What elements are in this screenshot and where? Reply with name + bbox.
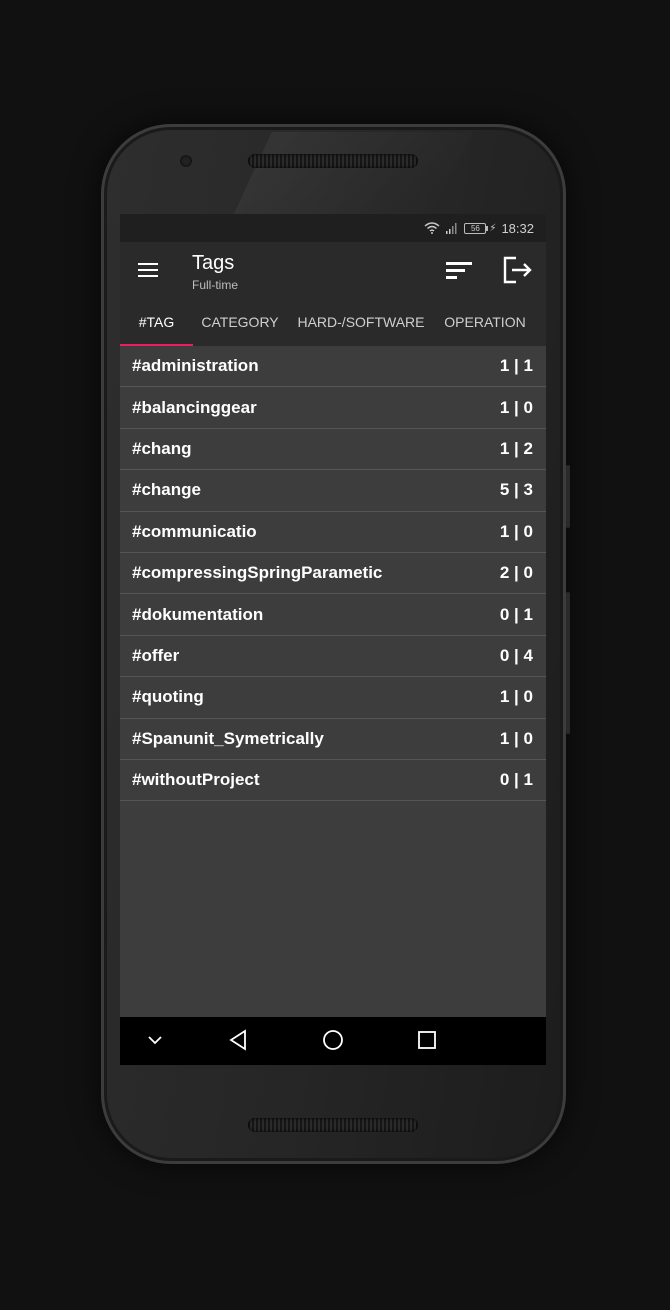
tab-hardware-software[interactable]: HARD-/SOFTWARE (292, 298, 430, 346)
tag-name: #communicatio (132, 521, 257, 541)
tag-count: 1 | 0 (499, 687, 533, 707)
chevron-down-icon[interactable] (147, 1033, 163, 1051)
status-bar: 56 ⚡ 18:32 (120, 214, 546, 242)
volume-button (566, 465, 570, 528)
list-item[interactable]: #balancinggear 1 | 0 (120, 387, 546, 429)
list-item[interactable]: #chang 1 | 2 (120, 429, 546, 471)
tag-name: #Spanunit_Symetrically (132, 728, 324, 748)
tag-name: #withoutProject (132, 770, 260, 790)
list-item[interactable]: #change 5 | 3 (120, 470, 546, 512)
bottom-speaker (248, 1118, 418, 1132)
tab-bar: #TAG CATEGORY HARD-/SOFTWARE OPERATION (120, 298, 546, 346)
tag-name: #compressingSpringParametic (132, 563, 383, 583)
signal-icon (445, 222, 459, 234)
list-item[interactable]: #communicatio 1 | 0 (120, 512, 546, 553)
tag-count: 1 | 1 (499, 356, 533, 376)
wifi-icon (424, 222, 440, 234)
tag-count: 1 | 0 (499, 521, 533, 541)
charging-icon: ⚡ (489, 222, 497, 234)
tab-operation[interactable]: OPERATION (438, 298, 532, 346)
power-button (566, 592, 570, 734)
recents-icon[interactable] (417, 1030, 437, 1055)
tag-name: #administration (132, 356, 259, 376)
screen: 56 ⚡ 18:32 Tags Full-time #TAG CATEGORY … (120, 214, 546, 1065)
earpiece-speaker (248, 154, 418, 168)
logout-icon[interactable] (503, 256, 533, 289)
list-item[interactable]: #Spanunit_Symetrically 1 | 0 (120, 719, 546, 760)
tag-count: 5 | 3 (499, 480, 533, 500)
status-time: 18:32 (501, 220, 534, 236)
active-tab-indicator (120, 344, 193, 346)
tag-name: #change (132, 480, 201, 500)
tag-count: 0 | 4 (499, 645, 533, 665)
tab-category[interactable]: CATEGORY (193, 298, 287, 346)
tag-name: #offer (132, 645, 180, 665)
tag-list: #administration 1 | 1 #balancinggear 1 |… (120, 346, 546, 802)
list-item[interactable]: #quoting 1 | 0 (120, 677, 546, 719)
menu-icon[interactable] (138, 263, 158, 277)
tag-name: #balancinggear (132, 397, 257, 417)
app-bar: Tags Full-time (120, 242, 546, 298)
tab-tag[interactable]: #TAG (120, 298, 193, 346)
battery-icon: 56 (464, 222, 489, 234)
back-icon[interactable] (228, 1029, 248, 1056)
sort-icon[interactable] (446, 260, 474, 280)
list-item[interactable]: #compressingSpringParametic 2 | 0 (120, 553, 546, 595)
page-title: Tags (192, 252, 235, 274)
tag-count: 0 | 1 (499, 770, 533, 790)
tag-name: #quoting (132, 687, 204, 707)
tag-count: 0 | 1 (499, 604, 533, 624)
tag-name: #chang (132, 438, 192, 458)
tag-name: #dokumentation (132, 604, 264, 624)
system-navigation-bar (120, 1017, 546, 1065)
list-item[interactable]: #dokumentation 0 | 1 (120, 594, 546, 636)
list-item[interactable]: #withoutProject 0 | 1 (120, 760, 546, 802)
page-subtitle: Full-time (192, 278, 239, 292)
list-item[interactable]: #administration 1 | 1 (120, 346, 546, 388)
tag-count: 1 | 0 (499, 728, 533, 748)
list-item[interactable]: #offer 0 | 4 (120, 636, 546, 678)
home-icon[interactable] (322, 1029, 344, 1056)
front-camera (180, 155, 192, 167)
tag-count: 1 | 2 (499, 438, 533, 458)
tag-count: 1 | 0 (499, 397, 533, 417)
tag-count: 2 | 0 (499, 563, 533, 583)
